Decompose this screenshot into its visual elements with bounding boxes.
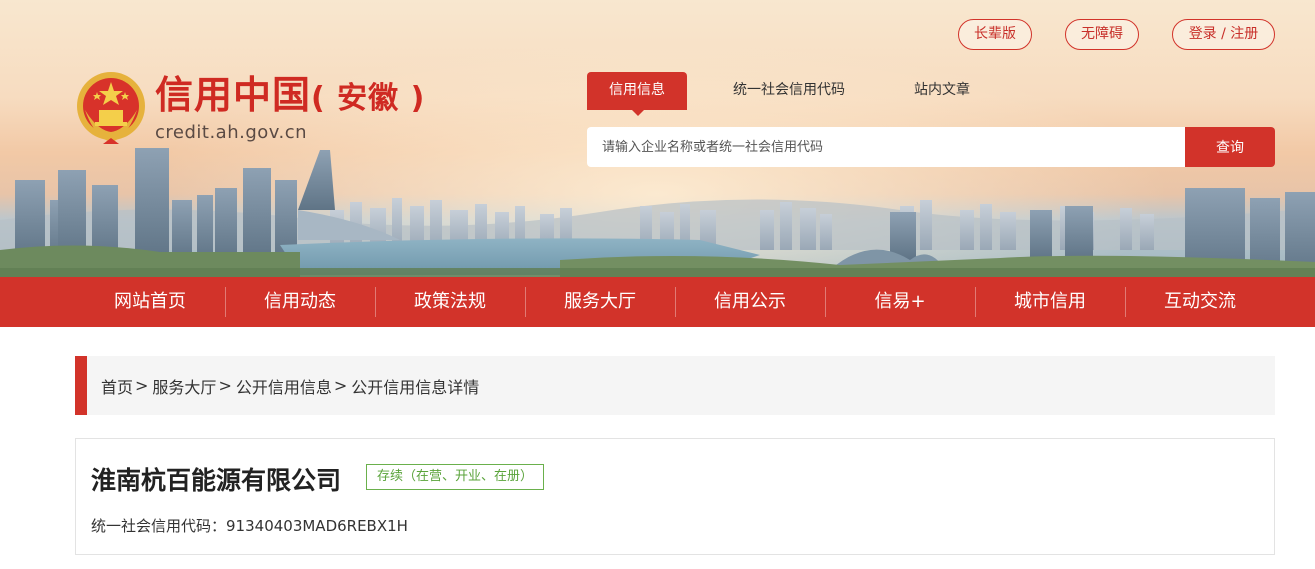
login-register-button[interactable]: 登录 / 注册 (1172, 19, 1275, 50)
logo-province: ( 安徽 ) (311, 81, 426, 116)
national-emblem-icon (77, 72, 145, 144)
nav-item-credit-publicity[interactable]: 信用公示 (675, 277, 825, 327)
breadcrumb-home[interactable]: 首页 (101, 374, 133, 398)
breadcrumb-current: 公开信用信息详情 (351, 377, 480, 397)
company-card: 淮南杭百能源有限公司 存续（在营、开业、在册） 统一社会信用代码：9134040… (75, 438, 1275, 555)
breadcrumb-separator: > (135, 376, 149, 395)
nav-item-credit-news[interactable]: 信用动态 (225, 277, 375, 327)
accessibility-button[interactable]: 无障碍 (1065, 19, 1139, 50)
header-banner: 长辈版 无障碍 登录 / 注册 信用中国( 安徽 ) credit.ah.gov… (0, 0, 1315, 277)
tab-credit-code[interactable]: 统一社会信用代码 (733, 72, 845, 110)
logo-title: 信用中国 (155, 73, 312, 117)
nav-item-city-credit[interactable]: 城市信用 (975, 277, 1125, 327)
tab-site-articles[interactable]: 站内文章 (914, 72, 970, 110)
company-name: 淮南杭百能源有限公司 (91, 466, 342, 495)
breadcrumb-separator: > (218, 376, 232, 395)
breadcrumb: 首页 > 服务大厅 > 公开信用信息 > 公开信用信息详情 (75, 356, 1275, 415)
main-nav: 网站首页 信用动态 政策法规 服务大厅 信用公示 信易+ 城市信用 互动交流 (0, 277, 1315, 327)
search-bar: 查询 (587, 127, 1275, 167)
breadcrumb-public-credit-info[interactable]: 公开信用信息 (236, 374, 332, 398)
elderly-mode-button[interactable]: 长辈版 (958, 19, 1032, 50)
search-tabs: 信用信息 统一社会信用代码 站内文章 (587, 72, 970, 116)
nav-item-interaction[interactable]: 互动交流 (1125, 277, 1275, 327)
nav-item-policies[interactable]: 政策法规 (375, 277, 525, 327)
credit-code-value: 91340403MAD6REBX1H (226, 517, 408, 535)
tab-credit-info[interactable]: 信用信息 (587, 72, 687, 116)
credit-code-row: 统一社会信用代码：91340403MAD6REBX1H (91, 515, 408, 536)
breadcrumb-separator: > (333, 376, 348, 395)
nav-item-xinyi[interactable]: 信易+ (825, 277, 975, 327)
breadcrumb-service-hall[interactable]: 服务大厅 (152, 374, 216, 398)
credit-code-label: 统一社会信用代码： (91, 517, 227, 535)
top-utility-buttons: 长辈版 无障碍 登录 / 注册 (958, 19, 1275, 50)
nav-item-home[interactable]: 网站首页 (75, 277, 225, 327)
site-logo[interactable]: 信用中国( 安徽 ) credit.ah.gov.cn (75, 70, 425, 146)
search-input[interactable] (587, 127, 1185, 167)
logo-url: credit.ah.gov.cn (155, 122, 308, 143)
search-button[interactable]: 查询 (1185, 127, 1275, 167)
status-badge: 存续（在营、开业、在册） (366, 464, 545, 490)
nav-item-service-hall[interactable]: 服务大厅 (525, 277, 675, 327)
